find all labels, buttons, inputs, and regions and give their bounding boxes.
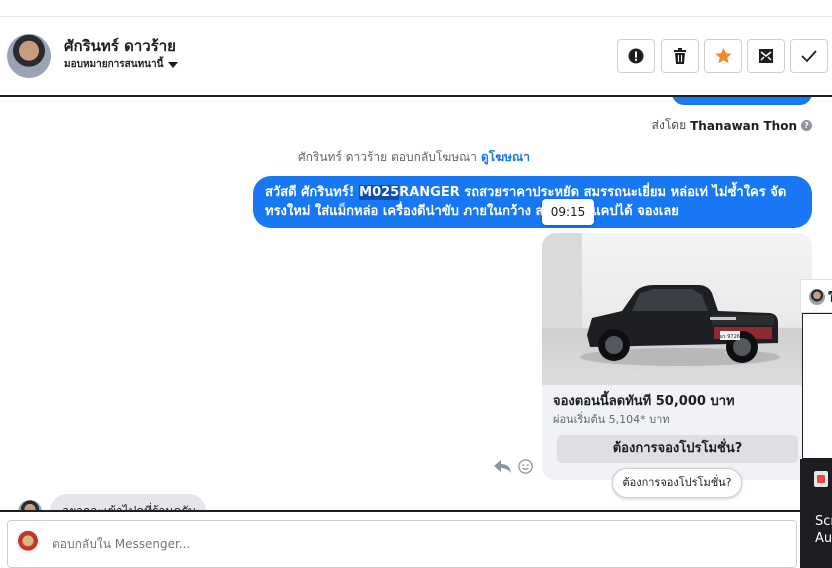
- check-icon: [801, 50, 817, 63]
- sent-by-line: ส่งโดย Thanawan Thon ?: [652, 116, 812, 135]
- customer-avatar: [18, 500, 42, 510]
- side-dark-text-1: Scr: [815, 514, 832, 529]
- sent-by-prefix: ส่งโดย: [651, 118, 687, 132]
- promo-card-subtitle: ผ่อนเริ่มต้น 5,104* บาท: [553, 413, 670, 426]
- archive-icon: [759, 49, 773, 63]
- message-time-tooltip: 09:15: [542, 199, 594, 225]
- sent-message-bubble[interactable]: สวัสดี ศักรินทร์! M025RANGER รถสวยราคาปร…: [253, 176, 812, 228]
- promo-card-title: จองตอนนี้ลดทันที 50,000 บาท: [553, 394, 735, 409]
- message-thread[interactable]: ส่งโดย Thanawan Thon ? ศักรินทร์ ดาวร้าย…: [0, 97, 832, 510]
- delete-button[interactable]: [661, 39, 699, 73]
- composer-divider: [0, 510, 832, 512]
- side-chat-header[interactable]: ใ: [800, 279, 832, 313]
- ad-reply-notice: ศักรินทร์ ดาวร้าย ตอบกลับโฆษณา ดูโฆษณา: [298, 148, 530, 167]
- side-chat-body: [802, 313, 832, 459]
- info-icon[interactable]: ?: [801, 120, 812, 131]
- quick-reply-chip[interactable]: ต้องการจองโปรโมชั่น?: [612, 468, 742, 498]
- promo-card[interactable]: ผร 9726 จองตอนนี้ลดทันที 50,000 บาท ผ่อน…: [542, 233, 812, 480]
- trash-icon: [674, 48, 686, 64]
- message-greeting: สวัสดี ศักรินทร์!: [265, 185, 360, 200]
- contact-name[interactable]: ศักรินทร์ ดาวร้าย: [64, 34, 176, 58]
- side-chat-panel: ใ Scr Au: [800, 279, 832, 568]
- sent-by-name: Thanawan Thon: [690, 118, 797, 133]
- message-actions: [494, 459, 533, 474]
- app-icon: [814, 471, 828, 487]
- side-chat-letter: ใ: [828, 291, 832, 305]
- pickup-truck-image: ผร 9726: [580, 285, 780, 366]
- conversation-header: ศักรินทร์ ดาวร้าย มอบหมายการสนทนานี้: [0, 0, 832, 97]
- promo-car-image[interactable]: ผร 9726: [542, 233, 812, 385]
- page-avatar: [16, 530, 40, 554]
- exclamation-icon: [628, 48, 644, 64]
- header-divider: [0, 16, 832, 17]
- side-dark-text-2: Au: [815, 531, 832, 546]
- star-button[interactable]: [704, 39, 742, 73]
- highlighted-text: M025: [359, 185, 400, 200]
- assign-label: มอบหมายการสนทนานี้: [64, 59, 164, 70]
- side-chat-avatar: [809, 289, 825, 305]
- move-to-done-folder-button[interactable]: [747, 39, 785, 73]
- view-ad-link[interactable]: ดูโฆษณา: [481, 150, 530, 164]
- assign-conversation-dropdown[interactable]: มอบหมายการสนทนานี้: [64, 57, 179, 72]
- mark-spam-button[interactable]: [617, 39, 655, 73]
- message-line-1-rest: RANGER รถสวยราคาประหยัด สมรรถนะเยี่ยม หล…: [399, 185, 787, 200]
- reply-input[interactable]: [52, 537, 652, 551]
- license-plate-text: ผร 9726: [720, 334, 740, 340]
- previous-message-bubble: [672, 97, 812, 105]
- mark-done-button[interactable]: [790, 39, 828, 73]
- message-line-1: สวัสดี ศักรินทร์! M025RANGER รถสวยราคาปร…: [265, 183, 800, 202]
- book-promotion-button[interactable]: ต้องการจองโปรโมชั่น?: [557, 435, 798, 463]
- caret-down-icon: [168, 61, 179, 68]
- side-dark-popup[interactable]: Scr Au: [800, 459, 832, 568]
- emoji-icon[interactable]: [518, 459, 533, 474]
- reply-composer[interactable]: [7, 520, 797, 568]
- ad-reply-text: ศักรินทร์ ดาวร้าย ตอบกลับโฆษณา: [298, 150, 477, 164]
- received-message-bubble[interactable]: อยากจะเข้าไปดูที่ร้านครับ: [50, 494, 206, 510]
- star-icon: [714, 48, 732, 64]
- reply-icon[interactable]: [494, 459, 512, 474]
- contact-avatar[interactable]: [7, 34, 51, 78]
- message-line-2: ทรงใหม่ ใส่แม็กหล่อ เครื่องดีน่าขับ ภายใ…: [265, 204, 679, 219]
